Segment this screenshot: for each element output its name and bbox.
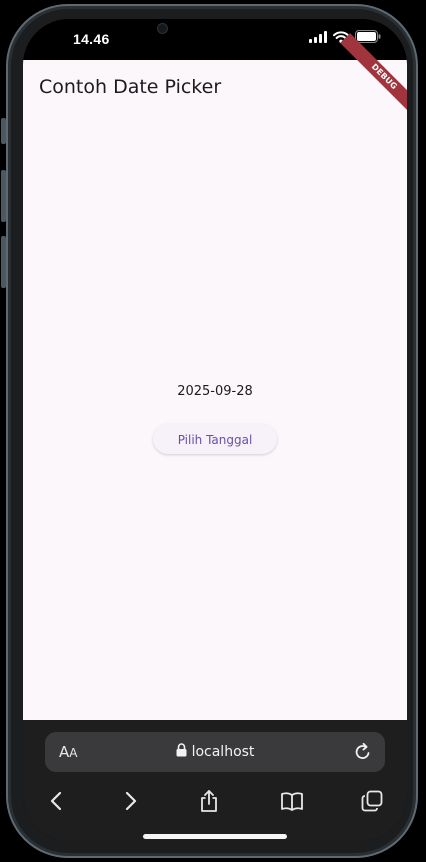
bookmarks-icon[interactable] [277,786,307,816]
url-text: localhost [191,744,255,760]
browser-chrome: AA localhost [23,720,407,841]
browser-toolbar [23,786,407,816]
selected-date-text: 2025-09-28 [177,384,253,399]
address-bar[interactable]: AA localhost [45,732,385,772]
lock-icon [176,742,187,762]
reload-icon[interactable] [353,742,373,762]
share-icon[interactable] [194,786,224,816]
signal-icon [309,30,327,48]
app-content: Contoh Date Picker DEBUG 2025-09-28 Pili… [23,33,407,720]
pick-date-button[interactable]: Pilih Tanggal [153,424,277,454]
phone-device: 14.46 Contoh Date Picker DEBUG 2025-09-2… [0,0,426,862]
phone-screen: 14.46 Contoh Date Picker DEBUG 2025-09-2… [23,19,407,841]
front-camera [157,23,168,34]
status-time: 14.46 [73,31,110,47]
forward-icon[interactable] [116,786,146,816]
tabs-icon[interactable] [357,786,387,816]
back-icon[interactable] [41,786,71,816]
app-title: Contoh Date Picker [39,76,222,98]
home-indicator [143,834,287,839]
url-display: localhost [45,732,385,772]
